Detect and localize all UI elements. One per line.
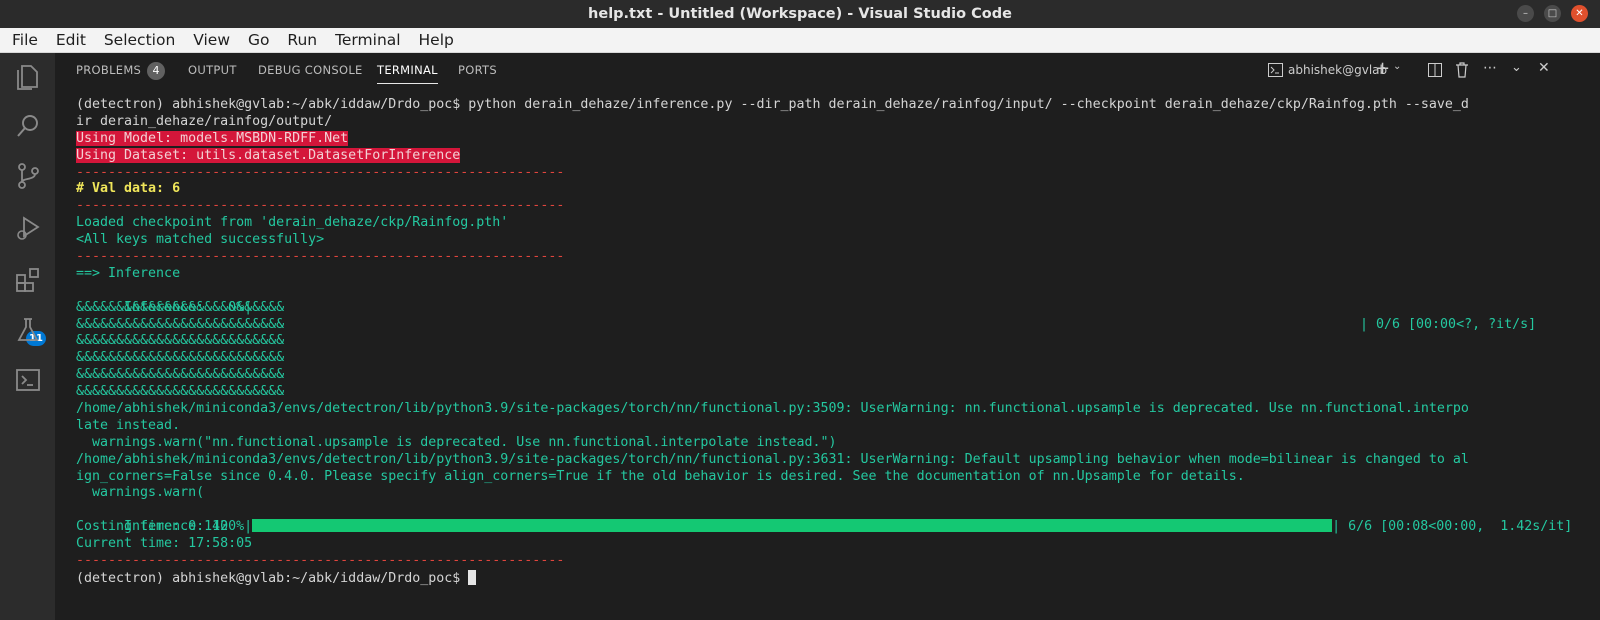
amp-line: &&&&&&&&&&&&&&&&&&&&&&&&&& [76, 367, 285, 383]
trash-icon[interactable] [1455, 62, 1469, 78]
title-bar: help.txt - Untitled (Workspace) - Visual… [0, 0, 1600, 28]
terminal-line: (detectron) abhishek@gvlab:~/abk/iddaw/D… [76, 97, 1469, 112]
progress-line-start: Inference: 0%| | 0/6 [00:00<?, ?it/s] [76, 283, 1576, 332]
menu-help[interactable]: Help [417, 28, 456, 52]
terminal-output[interactable]: (detectron) abhishek@gvlab:~/abk/iddaw/D… [76, 97, 1576, 587]
warning-line: /home/abhishek/miniconda3/envs/detectron… [76, 451, 1469, 467]
new-terminal-icon[interactable]: + [1375, 58, 1390, 79]
more-actions-icon[interactable]: ⋯ [1483, 60, 1497, 76]
checkpoint-line: Loaded checkpoint from 'derain_dehaze/ck… [76, 215, 509, 231]
amp-line: &&&&&&&&&&&&&&&&&&&&&&&&&& [76, 333, 285, 349]
warning-line: ign_corners=False since 0.4.0. Please sp… [76, 468, 1245, 484]
tab-debug-console[interactable]: DEBUG CONSOLE [258, 53, 363, 87]
extensions-icon[interactable] [13, 265, 43, 295]
progress-right: | 6/6 [00:08<00:00, 1.42s/it] [1332, 519, 1573, 535]
amp-line: &&&&&&&&&&&&&&&&&&&&&&&&&& [76, 384, 285, 400]
val-data-line: # Val data: 6 [76, 181, 181, 197]
close-button[interactable]: ✕ [1571, 5, 1588, 22]
menu-view[interactable]: View [191, 28, 232, 52]
terminal-shell-icon [1268, 63, 1283, 77]
window-title: help.txt - Untitled (Workspace) - Visual… [588, 6, 1012, 22]
close-panel-icon[interactable]: ✕ [1538, 60, 1550, 76]
panel-tabs: PROBLEMS 4 OUTPUT DEBUG CONSOLE TERMINAL … [55, 53, 1600, 87]
prompt-line: (detectron) abhishek@gvlab:~/abk/iddaw/D… [76, 569, 1576, 587]
tab-ports[interactable]: PORTS [458, 53, 497, 87]
warning-line: warnings.warn( [76, 485, 205, 501]
separator-line: ----------------------------------------… [76, 553, 565, 569]
terminal-line: ir derain_dehaze/rainfog/output/ [76, 113, 333, 129]
dataset-line: Using Dataset: utils.dataset.DatasetForI… [76, 147, 461, 163]
terminal-name[interactable]: abhishek@gvlab [1288, 53, 1387, 87]
progress-line-end: Inference: 100%| | 6/6 [00:08<00:00, 1.42… [76, 502, 1576, 534]
warning-line: /home/abhishek/miniconda3/envs/detectron… [76, 401, 1469, 417]
minimize-button[interactable]: – [1517, 5, 1534, 22]
separator-line: ----------------------------------------… [76, 249, 565, 265]
menu-terminal[interactable]: Terminal [333, 28, 403, 52]
progress-left: Inference: 100%| [124, 519, 253, 535]
terminal-view-icon[interactable] [13, 365, 43, 395]
amp-line: &&&&&&&&&&&&&&&&&&&&&&&&&& [76, 350, 285, 366]
tab-problems[interactable]: PROBLEMS 4 [76, 53, 166, 87]
split-terminal-icon[interactable] [1428, 63, 1442, 77]
amp-line: &&&&&&&&&&&&&&&&&&&&&&&&&& [76, 299, 285, 315]
model-line: Using Model: models.MSBDN-RDFF.Net [76, 130, 349, 146]
separator-line: ----------------------------------------… [76, 198, 565, 214]
testing-icon[interactable] [13, 315, 43, 345]
maximize-button[interactable]: □ [1544, 5, 1561, 22]
current-time-line: Current time: 17:58:05 [76, 536, 253, 552]
panel: PROBLEMS 4 OUTPUT DEBUG CONSOLE TERMINAL … [55, 53, 1600, 620]
progress-left: Inference: 0%| [124, 299, 253, 315]
tab-label: PROBLEMS [76, 63, 142, 77]
source-control-icon[interactable] [13, 161, 43, 191]
menu-selection[interactable]: Selection [102, 28, 177, 52]
warning-line: warnings.warn("nn.functional.upsample is… [76, 434, 837, 450]
progress-right: | 0/6 [00:00<?, ?it/s] [1360, 316, 1537, 332]
amp-line: &&&&&&&&&&&&&&&&&&&&&&&&&& [76, 316, 285, 332]
prompt-text: (detectron) abhishek@gvlab:~/abk/iddaw/D… [76, 570, 469, 586]
progress-bar [252, 519, 1333, 533]
problems-count-badge: 4 [147, 61, 166, 80]
warning-line: late instead. [76, 417, 181, 433]
terminal-cursor [468, 569, 477, 585]
separator-line: ----------------------------------------… [76, 164, 565, 180]
tab-terminal[interactable]: TERMINAL [377, 53, 438, 87]
menu-run[interactable]: Run [285, 28, 319, 52]
menu-file[interactable]: File [10, 28, 40, 52]
inference-header: ==> Inference [76, 265, 181, 281]
menu-go[interactable]: Go [246, 28, 272, 52]
activity-bar: 11 [0, 53, 55, 620]
run-debug-icon[interactable] [13, 213, 43, 243]
window-controls: – □ ✕ [1517, 5, 1588, 22]
menu-bar: File Edit Selection View Go Run Terminal… [0, 28, 1600, 53]
menu-edit[interactable]: Edit [54, 28, 88, 52]
search-icon[interactable] [13, 111, 43, 141]
maximize-panel-icon[interactable]: ⌄ [1511, 60, 1522, 75]
tab-output[interactable]: OUTPUT [188, 53, 237, 87]
explorer-icon[interactable] [13, 61, 43, 91]
keys-line: <All keys matched successfully> [76, 232, 325, 248]
chevron-down-icon[interactable]: ⌄ [1393, 61, 1401, 72]
